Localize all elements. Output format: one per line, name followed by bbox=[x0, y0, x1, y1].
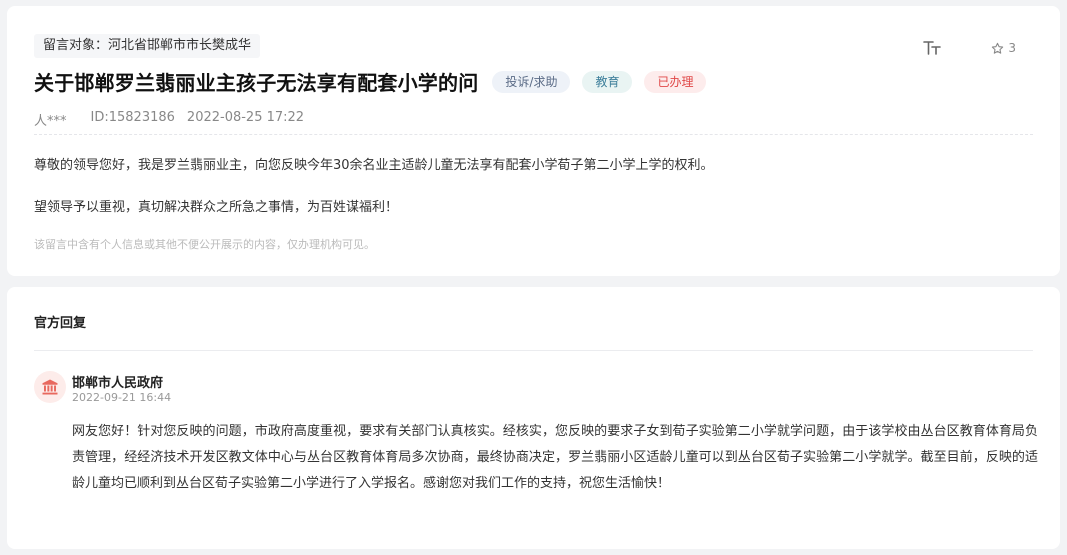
message-title: 关于邯郸罗兰翡丽业主孩子无法享有配套小学的问 bbox=[34, 71, 479, 95]
message-meta: 人*** ID:15823186 2022-08-25 17:22 bbox=[34, 110, 328, 129]
reply-text: 网友您好！针对您反映的问题，市政府高度重视，要求有关部门认真核实。经核实，您反映… bbox=[72, 424, 1038, 491]
favorite-button[interactable]: 3 bbox=[991, 41, 1016, 55]
status-badge: 已办理 bbox=[644, 70, 707, 93]
tag-field: 教育 bbox=[582, 70, 633, 93]
font-size-icon[interactable] bbox=[921, 38, 943, 58]
message-target-label: 留言对象：河北省邯郸市市长樊成华 bbox=[34, 34, 261, 58]
star-outline-icon bbox=[992, 42, 1004, 54]
privacy-notice: 该留言中含有个人信息或其他不便公开展示的内容，仅办理机构可见。 bbox=[34, 238, 375, 251]
message-body: 尊敬的领导您好，我是罗兰翡丽业主，向您反映今年30余名业主适龄儿童无法享有配套小… bbox=[34, 156, 1024, 218]
avatar bbox=[34, 371, 66, 403]
message-datetime: 2022-08-25 17:22 bbox=[186, 110, 305, 125]
message-tools: 3 bbox=[921, 38, 1016, 58]
tag-type: 投诉/求助 bbox=[492, 70, 571, 93]
reply-org-name: 邯郸市人民政府 bbox=[72, 376, 164, 391]
message-paragraph: 望领导予以重视，真切解决群众之所急之事情，为百姓谋福利！ bbox=[34, 200, 399, 215]
divider bbox=[34, 350, 1033, 351]
author-name: 人*** bbox=[34, 114, 67, 129]
reply-section-title: 官方回复 bbox=[34, 316, 87, 331]
government-building-icon bbox=[42, 379, 58, 395]
message-paragraph: 尊敬的领导您好，我是罗兰翡丽业主，向您反映今年30余名业主适龄儿童无法享有配套小… bbox=[34, 158, 714, 173]
title-row: 关于邯郸罗兰翡丽业主孩子无法享有配套小学的问 投诉/求助 教育 已办理 bbox=[34, 67, 707, 96]
message-id: ID:15823186 bbox=[90, 110, 175, 125]
official-reply-card: 官方回复 邯郸市人民政府 2022-09-21 16:44 网友您好！针对您反映… bbox=[7, 287, 1060, 549]
divider bbox=[34, 134, 1033, 135]
message-card: 留言对象：河北省邯郸市市长樊成华 3 关于邯郸罗兰翡丽业主孩子无法享有配套小学的… bbox=[7, 6, 1060, 276]
star-count: 3 bbox=[1008, 41, 1016, 55]
reply-date: 2022-09-21 16:44 bbox=[72, 391, 172, 404]
